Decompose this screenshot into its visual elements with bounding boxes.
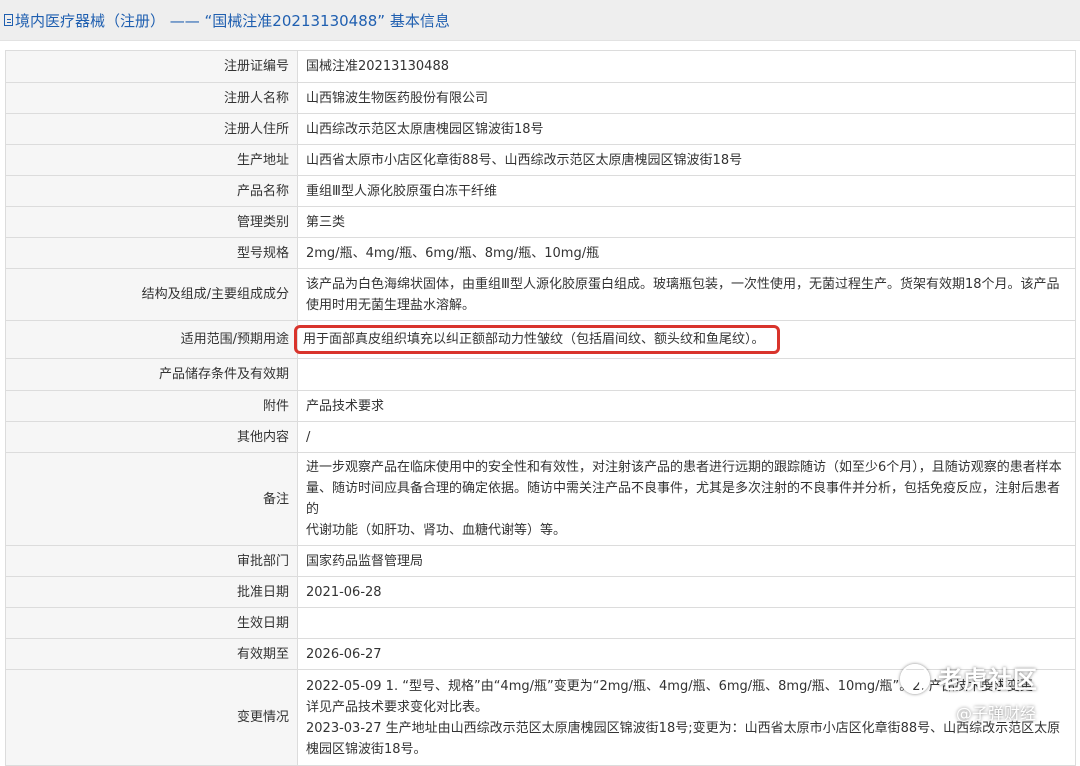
row-value-line: 代谢功能（如肝功、肾功、血糖代谢等）等。 xyxy=(306,523,567,538)
row-label: 产品名称 xyxy=(5,175,298,207)
table-row: 产品储存条件及有效期 xyxy=(5,358,1076,391)
row-label: 结构及组成/主要组成成分 xyxy=(5,268,298,321)
table-row: 产品名称 重组Ⅲ型人源化胶原蛋白冻干纤维 xyxy=(5,175,1076,207)
row-label: 注册证编号 xyxy=(5,50,298,83)
row-value xyxy=(297,607,1076,639)
row-value-line: 槐园区锦波街18号。 xyxy=(306,741,427,757)
highlighted-usage-text: 用于面部真皮组织填充以纠正额部动力性皱纹（包括眉间纹、额头纹和鱼尾纹）。 xyxy=(294,325,780,354)
row-value: 2021-06-28 xyxy=(297,576,1076,608)
row-value: 进一步观察产品在临床使用中的安全性和有效性，对注射该产品的患者进行远期的跟踪随访… xyxy=(297,452,1076,546)
row-label: 适用范围/预期用途 xyxy=(5,320,298,359)
table-row: 审批部门 国家药品监督管理局 xyxy=(5,545,1076,577)
row-label: 变更情况 xyxy=(5,669,298,766)
row-value: / xyxy=(297,421,1076,453)
row-value: 国家药品监督管理局 xyxy=(297,545,1076,577)
row-value: 用于面部真皮组织填充以纠正额部动力性皱纹（包括眉间纹、额头纹和鱼尾纹）。 xyxy=(294,320,1076,359)
row-label: 注册人住所 xyxy=(5,113,298,145)
table-row: 管理类别 第三类 xyxy=(5,206,1076,238)
watermark-author: @子弹财经 xyxy=(956,704,1037,723)
row-label: 备注 xyxy=(5,452,298,546)
row-value-line: 该产品为白色海绵状固体，由重组Ⅲ型人源化胶原蛋白组成。玻璃瓶包装，一次性使用，无… xyxy=(306,276,1060,292)
table-row: 批准日期 2021-06-28 xyxy=(5,576,1076,608)
watermark: 老虎社区 @子弹财经 xyxy=(900,660,1070,724)
table-row: 注册人名称 山西锦波生物医药股份有限公司 xyxy=(5,82,1076,114)
row-value: 2mg/瓶、4mg/瓶、6mg/瓶、8mg/瓶、10mg/瓶 xyxy=(297,237,1076,269)
row-label: 附件 xyxy=(5,390,298,422)
table-row: 备注 进一步观察产品在临床使用中的安全性和有效性，对注射该产品的患者进行远期的跟… xyxy=(5,452,1076,546)
row-value: 产品技术要求 xyxy=(297,390,1076,422)
row-value-line: 使用时用无菌生理盐水溶解。 xyxy=(306,297,476,313)
row-label: 有效期至 xyxy=(5,638,298,670)
row-value xyxy=(297,358,1076,391)
table-row: 附件 产品技术要求 xyxy=(5,390,1076,422)
row-label: 型号规格 xyxy=(5,237,298,269)
row-label: 批准日期 xyxy=(5,576,298,608)
row-label: 生产地址 xyxy=(5,144,298,176)
table-row: 型号规格 2mg/瓶、4mg/瓶、6mg/瓶、8mg/瓶、10mg/瓶 xyxy=(5,237,1076,269)
table-row: 适用范围/预期用途 用于面部真皮组织填充以纠正额部动力性皱纹（包括眉间纹、额头纹… xyxy=(5,320,1076,359)
table-row: 生产地址 山西省太原市小店区化章街88号、山西综改示范区太原唐槐园区锦波街18号 xyxy=(5,144,1076,176)
table-row: 注册人住所 山西综改示范区太原唐槐园区锦波街18号 xyxy=(5,113,1076,145)
row-value: 重组Ⅲ型人源化胶原蛋白冻干纤维 xyxy=(297,175,1076,207)
table-row: 生效日期 xyxy=(5,607,1076,639)
row-value: 山西省太原市小店区化章街88号、山西综改示范区太原唐槐园区锦波街18号 xyxy=(297,144,1076,176)
row-label: 审批部门 xyxy=(5,545,298,577)
row-value: 第三类 xyxy=(297,206,1076,238)
document-icon xyxy=(4,14,13,26)
page-title: 境内医疗器械（注册） —— “国械注准20213130488” 基本信息 xyxy=(15,11,450,30)
row-value-line: 进一步观察产品在临床使用中的安全性和有效性，对注射该产品的患者进行远期的跟踪随访… xyxy=(306,460,1062,475)
watermark-brand: 老虎社区 xyxy=(938,666,1038,694)
row-value-line: 量、随访时间应具备合理的确定依据。随访中需关注产品不良事件，尤其是多次注射的不良… xyxy=(306,481,1061,517)
row-value: 该产品为白色海绵状固体，由重组Ⅲ型人源化胶原蛋白组成。玻璃瓶包装，一次性使用，无… xyxy=(297,268,1076,321)
row-label: 生效日期 xyxy=(5,607,298,639)
info-table: 注册证编号 国械注准20213130488 注册人名称 山西锦波生物医药股份有限… xyxy=(5,50,1076,766)
table-row: 注册证编号 国械注准20213130488 xyxy=(5,50,1076,83)
table-row: 其他内容 / xyxy=(5,421,1076,453)
row-label: 产品储存条件及有效期 xyxy=(5,358,298,391)
row-label: 其他内容 xyxy=(5,421,298,453)
row-value: 国械注准20213130488 xyxy=(297,50,1076,83)
row-label: 注册人名称 xyxy=(5,82,298,114)
table-row: 结构及组成/主要组成成分 该产品为白色海绵状固体，由重组Ⅲ型人源化胶原蛋白组成。… xyxy=(5,268,1076,321)
watermark-logo-icon xyxy=(900,664,930,694)
page-header: 境内医疗器械（注册） —— “国械注准20213130488” 基本信息 xyxy=(0,0,1080,41)
row-label: 管理类别 xyxy=(5,206,298,238)
row-value: 山西综改示范区太原唐槐园区锦波街18号 xyxy=(297,113,1076,145)
row-value: 山西锦波生物医药股份有限公司 xyxy=(297,82,1076,114)
